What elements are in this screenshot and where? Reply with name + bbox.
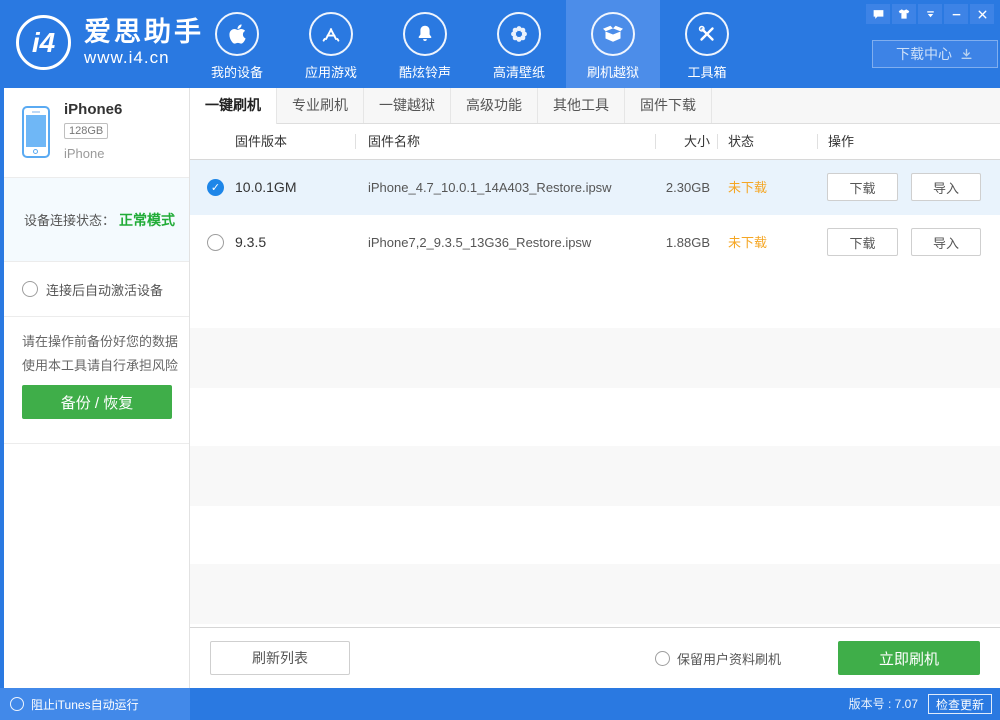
auto-activate-row: 连接后自动激活设备: [4, 262, 189, 317]
firmware-version: 9.3.5: [235, 215, 266, 270]
status-badge: 未下载: [728, 160, 767, 215]
tshirt-icon: [897, 7, 911, 21]
nav-label: 工具箱: [687, 62, 726, 81]
bell-icon: [403, 12, 447, 56]
tab-pro-flash[interactable]: 专业刷机: [277, 88, 364, 123]
auto-activate-radio[interactable]: [22, 281, 38, 297]
main-panel: 一键刷机 专业刷机 一键越狱 高级功能 其他工具 固件下载 固件版本 固件名称 …: [190, 88, 1000, 688]
nav-item-my-devices[interactable]: 我的设备: [190, 0, 284, 88]
nav-item-apps-games[interactable]: 应用游戏: [284, 0, 378, 88]
device-status-row: 设备连接状态： 正常模式: [4, 178, 189, 262]
nav-item-ringtones[interactable]: 酷炫铃声: [378, 0, 472, 88]
nav-item-wallpapers[interactable]: 高清壁纸: [472, 0, 566, 88]
download-center-label: 下载中心: [896, 44, 952, 64]
nav-item-flash-jailbreak[interactable]: 刷机越狱: [566, 0, 660, 88]
device-name: iPhone6: [64, 101, 122, 118]
nav-label: 应用游戏: [305, 62, 357, 81]
col-status: 状态: [728, 124, 754, 159]
nav-label: 高清壁纸: [493, 62, 545, 81]
appstore-icon: [309, 12, 353, 56]
firmware-row[interactable]: 9.3.5 iPhone7,2_9.3.5_13G36_Restore.ipsw…: [190, 215, 1000, 270]
window-controls: [866, 4, 994, 24]
footer: 阻止iTunes自动运行 版本号 : 7.07 检查更新: [0, 688, 1000, 720]
tools-icon: [685, 12, 729, 56]
iphone-icon: [22, 106, 50, 158]
warning-line-1: 请在操作前备份好您的数据: [22, 330, 189, 354]
keep-user-data-option: 保留用户资料刷机: [655, 628, 781, 688]
table-header: 固件版本 固件名称 大小 状态 操作: [190, 124, 1000, 160]
nav-label: 酷炫铃声: [399, 62, 451, 81]
minimize-icon: [950, 8, 963, 21]
empty-list-area: [190, 270, 1000, 627]
header: i4 爱思助手 www.i4.cn 我的设备 应用游戏: [0, 0, 1000, 88]
tab-advanced-functions[interactable]: 高级功能: [451, 88, 538, 123]
keep-user-data-radio[interactable]: [655, 651, 670, 666]
firmware-radio[interactable]: [207, 179, 224, 196]
package-icon: [591, 12, 635, 56]
logo-mark: i4: [16, 15, 71, 70]
col-operation: 操作: [828, 124, 854, 159]
firmware-size: 1.88GB: [666, 215, 710, 270]
dropdown-button[interactable]: [918, 4, 942, 24]
tab-bar: 一键刷机 专业刷机 一键越狱 高级功能 其他工具 固件下载: [190, 88, 1000, 124]
auto-activate-label: 连接后自动激活设备: [46, 280, 163, 299]
download-center-button[interactable]: 下载中心: [872, 40, 998, 68]
status-badge: 未下载: [728, 215, 767, 270]
flash-now-button[interactable]: 立即刷机: [838, 641, 980, 675]
check-update-button[interactable]: 检查更新: [928, 694, 992, 714]
main-nav: 我的设备 应用游戏 酷炫铃声 高清壁纸: [190, 0, 754, 88]
feedback-button[interactable]: [866, 4, 890, 24]
bottom-action-bar: 刷新列表 保留用户资料刷机 立即刷机: [190, 627, 1000, 688]
app-logo: i4 爱思助手 www.i4.cn: [16, 15, 204, 70]
minimize-button[interactable]: [944, 4, 968, 24]
firmware-row[interactable]: 10.0.1GM iPhone_4.7_10.0.1_14A403_Restor…: [190, 160, 1000, 215]
app-url: www.i4.cn: [84, 48, 204, 68]
nav-label: 刷机越狱: [587, 62, 639, 81]
firmware-name: iPhone7,2_9.3.5_13G36_Restore.ipsw: [368, 215, 591, 270]
sidebar: iPhone6 128GB iPhone 设备连接状态： 正常模式 连接后自动激…: [0, 88, 190, 688]
tab-one-key-jailbreak[interactable]: 一键越狱: [364, 88, 451, 123]
device-capacity-badge: 128GB: [64, 123, 108, 139]
block-itunes-radio[interactable]: [10, 697, 24, 711]
nav-label: 我的设备: [211, 62, 263, 81]
download-button[interactable]: 下载: [827, 228, 898, 256]
device-status-label: 设备连接状态：: [24, 210, 115, 229]
tab-one-key-flash[interactable]: 一键刷机: [190, 88, 277, 124]
version-text: 版本号 : 7.07: [849, 688, 918, 720]
firmware-version: 10.0.1GM: [235, 160, 296, 215]
col-firmware-version: 固件版本: [235, 124, 287, 159]
dropdown-icon: [924, 8, 937, 21]
apple-icon: [215, 12, 259, 56]
block-itunes-label: 阻止iTunes自动运行: [31, 696, 139, 713]
block-itunes-option: 阻止iTunes自动运行: [0, 688, 190, 720]
nav-item-toolbox[interactable]: 工具箱: [660, 0, 754, 88]
close-icon: [976, 8, 989, 21]
import-button[interactable]: 导入: [911, 228, 981, 256]
tab-other-tools[interactable]: 其他工具: [538, 88, 625, 123]
refresh-list-button[interactable]: 刷新列表: [210, 641, 350, 675]
device-status-value: 正常模式: [119, 210, 175, 230]
warning-line-2: 使用本工具请自行承担风险: [22, 354, 189, 378]
skin-button[interactable]: [892, 4, 916, 24]
firmware-size: 2.30GB: [666, 160, 710, 215]
download-button[interactable]: 下载: [827, 173, 898, 201]
col-size: 大小: [684, 124, 710, 159]
import-button[interactable]: 导入: [911, 173, 981, 201]
col-firmware-name: 固件名称: [368, 124, 420, 159]
firmware-radio[interactable]: [207, 234, 224, 251]
backup-restore-button[interactable]: 备份 / 恢复: [22, 385, 172, 419]
warning-panel: 请在操作前备份好您的数据 使用本工具请自行承担风险 备份 / 恢复: [4, 317, 189, 444]
download-icon: [959, 47, 974, 62]
device-model: iPhone: [64, 146, 104, 161]
tab-firmware-download[interactable]: 固件下载: [625, 88, 712, 123]
firmware-name: iPhone_4.7_10.0.1_14A403_Restore.ipsw: [368, 160, 612, 215]
close-button[interactable]: [970, 4, 994, 24]
keep-user-data-label: 保留用户资料刷机: [677, 649, 781, 668]
flower-icon: [497, 12, 541, 56]
app-title: 爱思助手: [84, 17, 204, 48]
device-card: iPhone6 128GB iPhone: [4, 88, 189, 178]
speech-bubble-icon: [872, 8, 885, 21]
